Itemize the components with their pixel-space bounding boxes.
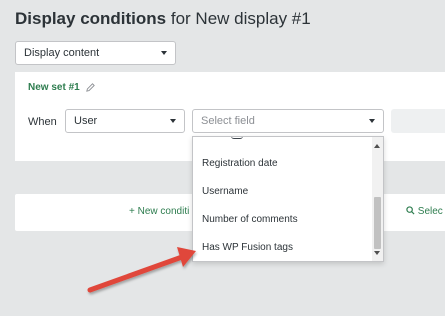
chevron-down-icon: [161, 51, 167, 55]
subject-value: User: [74, 115, 98, 127]
title-rest: for New display #1: [170, 9, 311, 28]
select-button[interactable]: Selec: [406, 206, 443, 217]
field-placeholder: Select field: [201, 115, 255, 127]
page-title: Display conditions for New display #1: [15, 9, 311, 29]
set-name: New set #1: [28, 82, 80, 93]
scroll-thumb[interactable]: [374, 197, 381, 249]
condition-set-title: New set #1: [28, 82, 96, 93]
dropdown-option[interactable]: Username: [202, 186, 248, 197]
scroll-up-icon[interactable]: [374, 144, 380, 148]
dropdown-option[interactable]: Has WP Fusion tags: [202, 242, 293, 253]
subject-select[interactable]: User: [65, 109, 185, 133]
select-label: Selec: [417, 206, 443, 217]
when-label: When: [28, 116, 57, 128]
dropdown-scrollbar[interactable]: [372, 137, 383, 261]
value-field-disabled: [391, 109, 445, 133]
dropdown-option[interactable]: Registration date: [202, 158, 278, 169]
search-icon: [406, 206, 415, 215]
dropdown-option[interactable]: Number of comments: [202, 214, 298, 225]
chevron-down-icon: [369, 119, 375, 123]
plus-icon: +: [129, 206, 138, 217]
partial-option: [231, 137, 243, 139]
display-content-value: Display content: [24, 47, 100, 59]
title-bold: Display conditions: [15, 9, 167, 28]
pencil-icon[interactable]: [85, 82, 96, 93]
new-condition-label: New conditi: [137, 206, 190, 217]
chevron-down-icon: [170, 119, 176, 123]
field-select[interactable]: Select field: [192, 109, 384, 133]
field-dropdown-menu: Registration date Username Number of com…: [192, 136, 384, 262]
new-condition-button[interactable]: + New conditi: [129, 206, 189, 217]
scroll-down-icon[interactable]: [374, 251, 380, 255]
display-content-select[interactable]: Display content: [15, 41, 176, 65]
